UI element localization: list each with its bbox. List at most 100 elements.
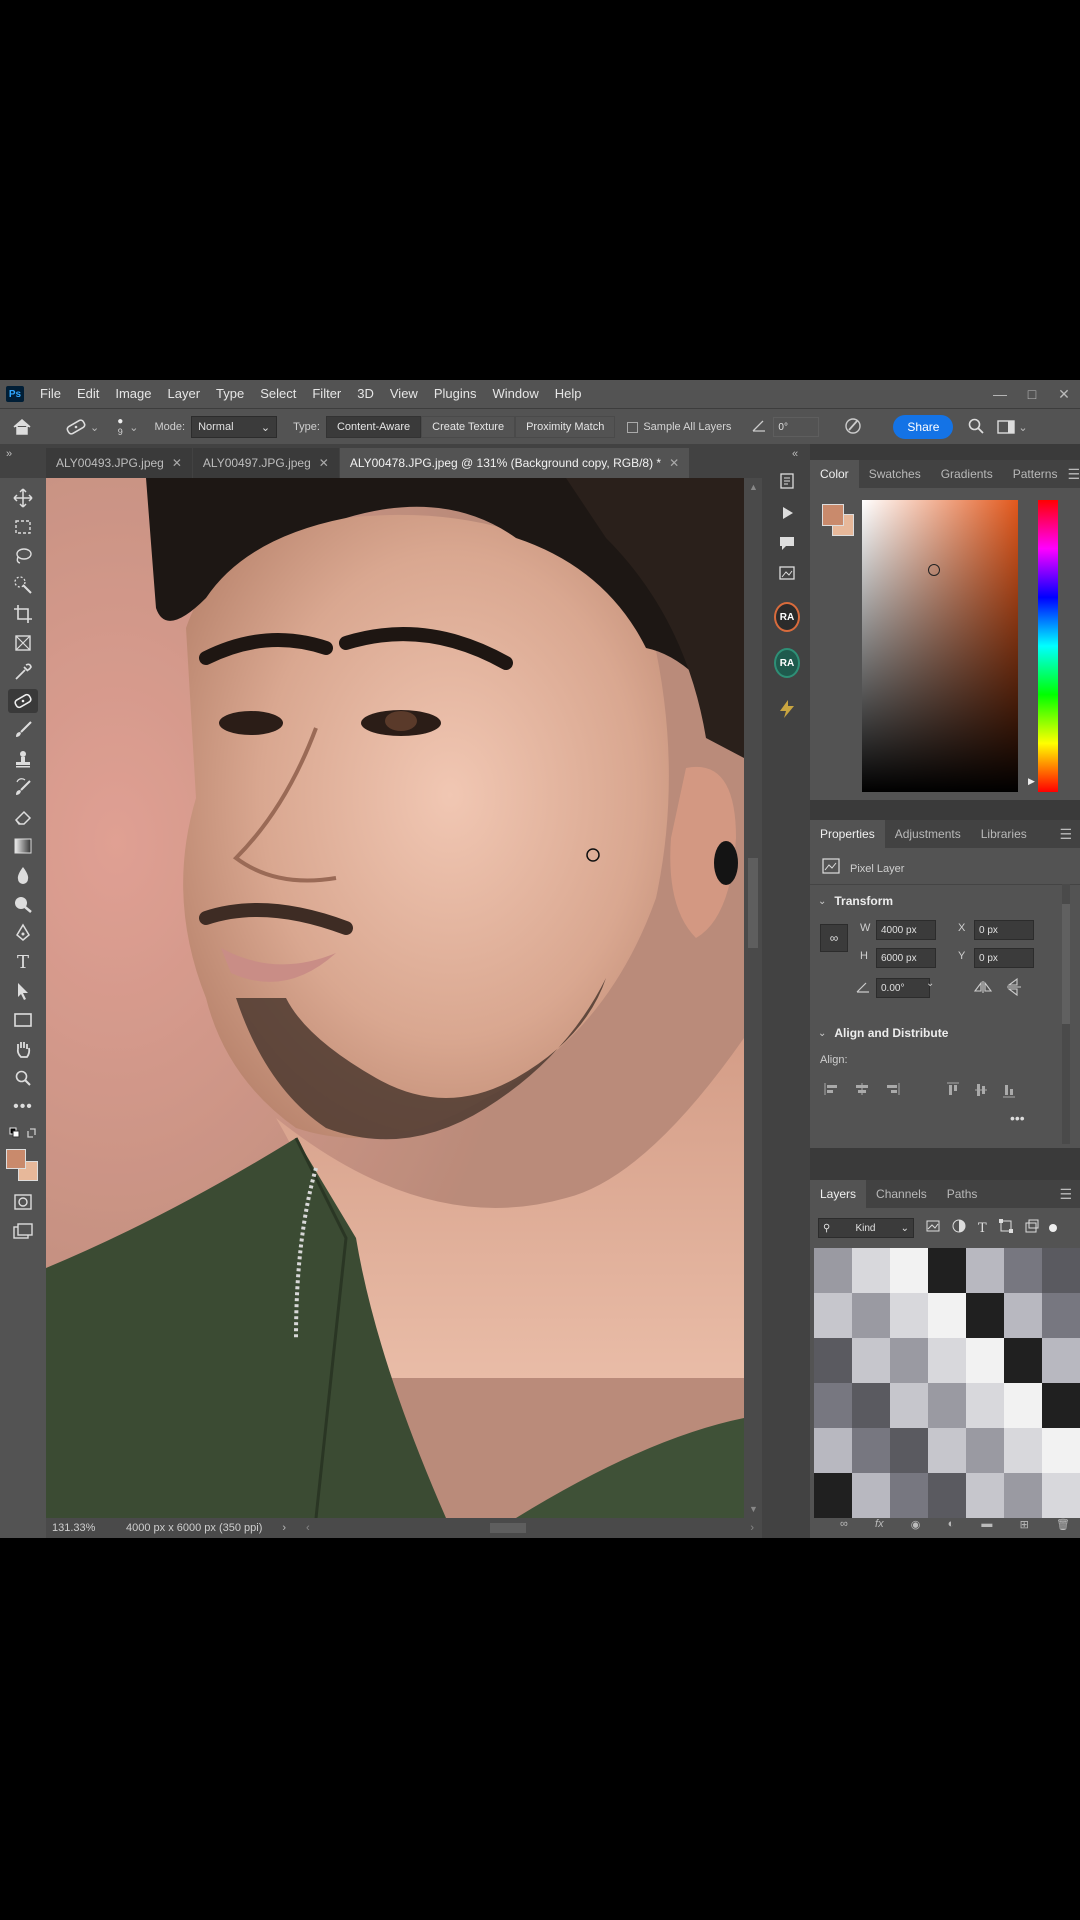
lasso-tool-icon[interactable]	[8, 544, 38, 568]
flip-vertical-icon[interactable]	[1006, 977, 1022, 1001]
tab-gradients[interactable]: Gradients	[931, 460, 1003, 488]
more-tools-icon[interactable]: •••	[8, 1095, 38, 1119]
search-icon[interactable]	[967, 417, 985, 438]
filter-toggle-icon[interactable]	[1048, 1224, 1057, 1232]
add-mask-icon[interactable]: ◉	[911, 1518, 921, 1531]
angle-field[interactable]: 0°	[773, 417, 820, 437]
vertical-scrollbar[interactable]: ▲ ▼	[744, 478, 762, 1518]
menu-edit[interactable]: Edit	[69, 380, 107, 408]
menu-view[interactable]: View	[382, 380, 426, 408]
eraser-tool-icon[interactable]	[8, 805, 38, 829]
workspace-icon[interactable]: ⌄	[997, 420, 1028, 434]
width-field[interactable]: 4000 px	[876, 920, 936, 940]
frame-tool-icon[interactable]	[8, 631, 38, 655]
align-bottom-icon[interactable]	[1002, 1082, 1016, 1103]
zoom-level[interactable]: 131.33%	[52, 1522, 126, 1534]
clone-stamp-tool-icon[interactable]	[8, 747, 38, 771]
plugin-ra-icon[interactable]: RA	[774, 602, 800, 632]
path-selection-tool-icon[interactable]	[8, 979, 38, 1003]
tab-paths[interactable]: Paths	[937, 1180, 988, 1208]
menu-filter[interactable]: Filter	[304, 380, 349, 408]
flip-horizontal-icon[interactable]	[973, 980, 993, 999]
horizontal-scroll-right-icon[interactable]: ›	[750, 1522, 754, 1534]
tab-patterns[interactable]: Patterns	[1003, 460, 1068, 488]
crop-tool-icon[interactable]	[8, 602, 38, 626]
hue-slider[interactable]	[1038, 500, 1058, 792]
document-canvas[interactable]	[46, 478, 744, 1518]
chevron-down-icon[interactable]: ⌄	[926, 978, 934, 989]
menu-plugins[interactable]: Plugins	[426, 380, 485, 408]
properties-scrollbar-thumb[interactable]	[1062, 904, 1070, 1024]
panel-menu-icon[interactable]: ☰	[1067, 466, 1080, 483]
layer-fx-icon[interactable]: fx	[875, 1518, 884, 1531]
close-tab-icon[interactable]: ✕	[319, 456, 329, 470]
mode-select[interactable]: Normal ⌄	[191, 416, 278, 438]
filter-smart-object-icon[interactable]	[1025, 1219, 1039, 1238]
new-layer-icon[interactable]: ⊞	[1020, 1518, 1029, 1531]
menu-help[interactable]: Help	[547, 380, 590, 408]
rotation-field[interactable]: 0.00°	[876, 978, 930, 998]
comments-icon[interactable]	[774, 530, 800, 556]
group-icon[interactable]: ▬	[981, 1518, 992, 1531]
align-right-icon[interactable]	[884, 1082, 900, 1103]
tab-swatches[interactable]: Swatches	[859, 460, 931, 488]
link-layers-icon[interactable]: ∞	[840, 1518, 848, 1531]
align-top-icon[interactable]	[946, 1082, 960, 1103]
scrollbar-thumb[interactable]	[748, 858, 758, 948]
healing-brush-preset-icon[interactable]: ⌄	[64, 418, 99, 436]
libraries-panel-icon[interactable]	[774, 560, 800, 586]
actions-play-icon[interactable]	[774, 500, 800, 526]
menu-image[interactable]: Image	[107, 380, 159, 408]
color-field[interactable]	[862, 500, 1018, 792]
history-panel-icon[interactable]	[774, 468, 800, 494]
proximity-match-button[interactable]: Proximity Match	[515, 416, 616, 438]
create-texture-button[interactable]: Create Texture	[421, 416, 516, 438]
menu-window[interactable]: Window	[484, 380, 546, 408]
tab-layers[interactable]: Layers	[810, 1180, 867, 1208]
y-field[interactable]: 0 px	[974, 948, 1034, 968]
layer-filter-kind-select[interactable]: ⚲ Kind ⌄	[818, 1218, 914, 1238]
quick-mask-icon[interactable]	[8, 1190, 38, 1214]
rectangle-tool-icon[interactable]	[8, 1008, 38, 1032]
gradient-tool-icon[interactable]	[8, 834, 38, 858]
menu-3d[interactable]: 3D	[349, 380, 382, 408]
height-field[interactable]: 6000 px	[876, 948, 936, 968]
menu-type[interactable]: Type	[208, 380, 252, 408]
eyedropper-tool-icon[interactable]	[8, 660, 38, 684]
more-options-icon[interactable]: •••	[1010, 1110, 1025, 1126]
close-tab-icon[interactable]: ✕	[669, 456, 679, 470]
quick-selection-tool-icon[interactable]	[8, 573, 38, 597]
sample-all-layers-checkbox[interactable]: Sample All Layers	[627, 421, 731, 433]
filter-adjustment-icon[interactable]	[952, 1219, 966, 1238]
maximize-icon[interactable]: □	[1016, 380, 1048, 408]
history-brush-tool-icon[interactable]	[8, 776, 38, 800]
pen-tool-icon[interactable]	[8, 921, 38, 945]
close-window-icon[interactable]: ✕	[1048, 380, 1080, 408]
foreground-color-swatch[interactable]	[822, 504, 844, 526]
tab-channels[interactable]: Channels	[866, 1180, 937, 1208]
delete-layer-icon[interactable]: 🗑	[1056, 1518, 1070, 1531]
spot-healing-brush-tool-icon[interactable]	[8, 689, 38, 713]
panel-menu-icon[interactable]: ☰	[1059, 826, 1072, 843]
screen-mode-icon[interactable]	[8, 1219, 38, 1243]
move-tool-icon[interactable]	[8, 486, 38, 510]
plugin-ra-icon[interactable]: RA	[774, 648, 800, 678]
marquee-tool-icon[interactable]	[8, 515, 38, 539]
transform-section-header[interactable]: ⌄ Transform	[818, 894, 893, 908]
type-tool-icon[interactable]: T	[8, 950, 38, 974]
blur-tool-icon[interactable]	[8, 863, 38, 887]
menu-layer[interactable]: Layer	[160, 380, 209, 408]
hue-slider-arrow-icon[interactable]: ▶	[1028, 776, 1035, 787]
link-dimensions-icon[interactable]: ∞	[820, 924, 848, 952]
plugin-lightning-icon[interactable]	[774, 696, 800, 722]
scroll-up-icon[interactable]: ▲	[749, 482, 758, 492]
filter-shape-icon[interactable]	[998, 1218, 1013, 1238]
share-button[interactable]: Share	[893, 415, 954, 439]
document-tab[interactable]: ALY00497.JPG.jpeg ✕	[192, 448, 339, 478]
document-tab-active[interactable]: ALY00478.JPG.jpeg @ 131% (Background cop…	[339, 448, 690, 478]
minimize-icon[interactable]: —	[984, 380, 1016, 408]
content-aware-button[interactable]: Content-Aware	[325, 416, 422, 438]
menu-select[interactable]: Select	[252, 380, 304, 408]
dodge-tool-icon[interactable]	[8, 892, 38, 916]
default-colors-icon[interactable]	[8, 1124, 38, 1142]
